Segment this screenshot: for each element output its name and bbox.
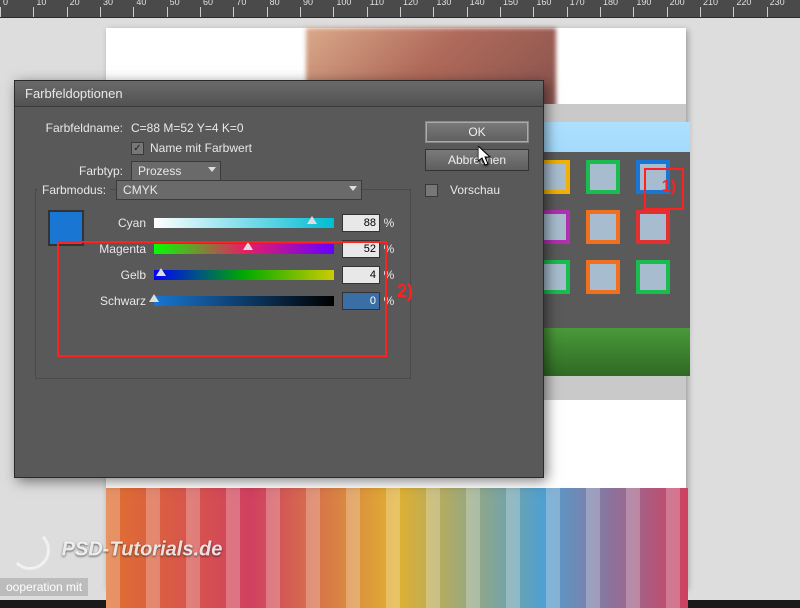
color-type-select[interactable]: Prozess: [131, 161, 221, 181]
preview-label: Vorschau: [450, 183, 500, 197]
annotation-label-1: 1): [662, 178, 676, 196]
cyan-label: Cyan: [96, 216, 154, 230]
watermark-swirl-icon: [10, 530, 50, 570]
chevron-down-icon: [349, 186, 357, 191]
cyan-input[interactable]: 88: [342, 214, 380, 232]
cancel-button[interactable]: Abbrechen: [425, 149, 529, 171]
color-mode-value: CMYK: [123, 183, 158, 197]
ok-button[interactable]: OK: [425, 121, 529, 143]
horizontal-ruler: 0102030405060708090100110120130140150160…: [0, 0, 800, 18]
cyan-slider[interactable]: [154, 218, 334, 228]
dialog-title: Farbfeldoptionen: [25, 86, 123, 101]
name-with-value-checkbox[interactable]: [131, 142, 144, 155]
color-type-label: Farbtyp:: [35, 164, 131, 178]
name-with-value-label: Name mit Farbwert: [150, 141, 252, 155]
color-mode-select[interactable]: CMYK: [116, 180, 362, 200]
watermark-text: PSD-Tutorials.de: [62, 538, 223, 560]
mouse-cursor-icon: [478, 146, 492, 166]
percent-label: %: [380, 216, 398, 230]
watermark: PSD-Tutorials.de: [10, 530, 222, 570]
field-name-label: Farbfeldname:: [35, 121, 131, 135]
color-mode-label: Farbmodus:: [38, 183, 110, 197]
field-name-value: C=88 M=52 Y=4 K=0: [131, 121, 244, 135]
preview-checkbox[interactable]: [425, 184, 438, 197]
dialog-titlebar[interactable]: Farbfeldoptionen: [15, 81, 543, 107]
watermark-coop: ooperation mit: [0, 578, 88, 596]
color-type-value: Prozess: [138, 164, 181, 178]
swatch-options-dialog: Farbfeldoptionen Farbfeldname: C=88 M=52…: [14, 80, 544, 478]
annotation-box-2: [57, 241, 387, 357]
chevron-down-icon: [208, 167, 216, 172]
annotation-label-2: 2): [397, 281, 413, 302]
